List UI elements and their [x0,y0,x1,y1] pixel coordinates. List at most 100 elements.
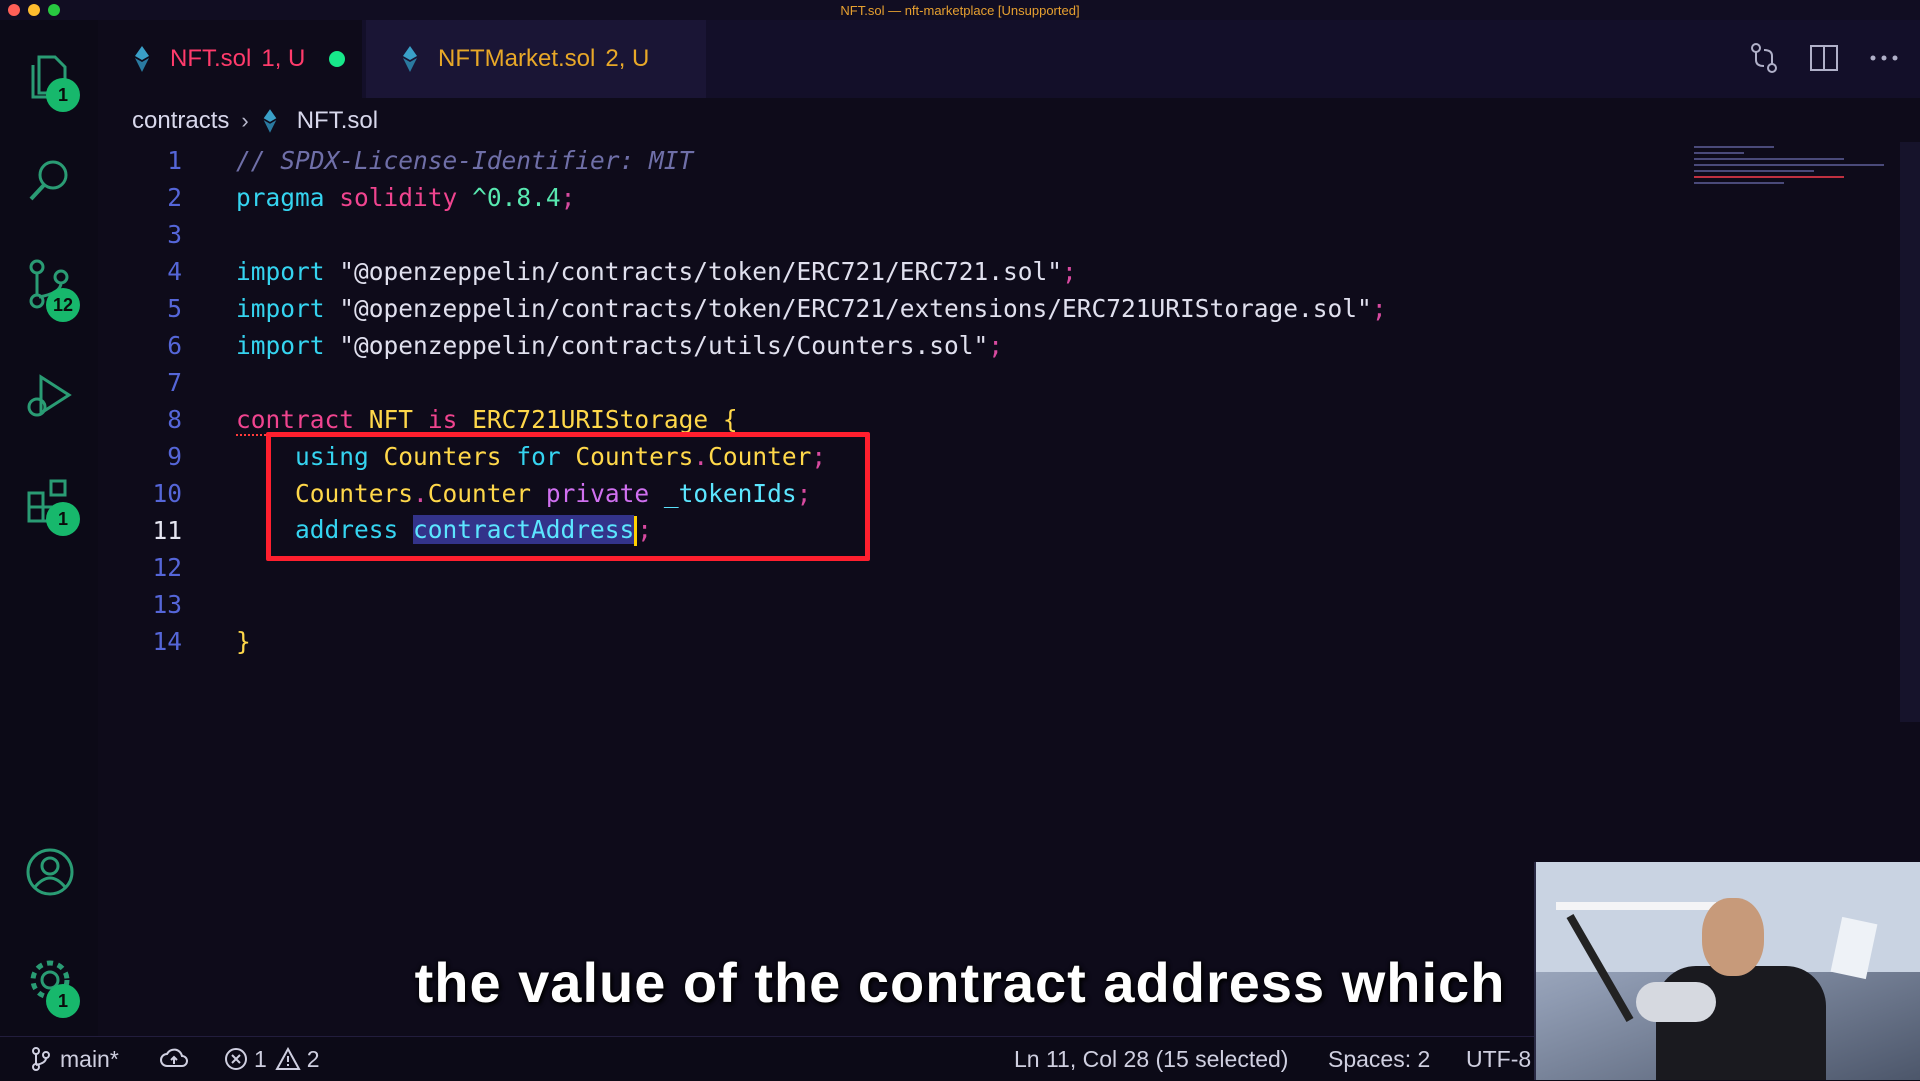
compare-changes-button[interactable] [1746,40,1782,76]
brace: } [236,627,251,656]
keyword: import [236,257,325,286]
contract-name: NFT [368,405,414,434]
code-line: 4 import "@openzeppelin/contracts/token/… [98,253,1688,290]
version: ^0.8.4 [472,183,561,212]
code-line: 3 [98,216,1688,253]
line-number: 14 [152,627,182,656]
annotation-highlight-box [266,432,870,561]
code-line: 14 } [98,623,1688,660]
problems-status[interactable]: 1 2 [224,1037,320,1081]
tab-nftmarket-sol[interactable]: NFTMarket.sol 2, U [366,20,706,98]
keyword: is [427,405,458,434]
keyword: import [236,294,325,323]
minimize-window-button[interactable] [28,4,40,16]
git-branch-icon [32,1047,50,1071]
explorer-button[interactable]: 1 [20,48,80,112]
indentation[interactable]: Spaces: 2 [1328,1037,1430,1081]
extensions-badge: 1 [46,502,80,536]
account-icon [26,848,74,896]
extensions-button[interactable]: 1 [20,472,80,536]
breadcrumb-file[interactable]: NFT.sol [297,107,378,135]
code-line: 7 [98,364,1688,401]
comment: // SPDX-License-Identifier: MIT [236,146,694,175]
solidity-file-icon [403,46,417,72]
unsaved-dot-icon[interactable] [329,51,346,67]
line-number: 5 [167,294,182,323]
warning-icon [275,1047,301,1070]
video-subtitle: the value of the contract address which [0,950,1920,1015]
branch-status[interactable]: main* [30,1037,119,1081]
window-controls [8,4,60,16]
window-title: NFT.sol — nft-marketplace [Unsupported] [840,2,1080,18]
line-number: 11 [152,516,182,545]
search-icon [29,160,68,201]
search-button[interactable] [20,150,80,210]
keyword: pragma [236,183,325,212]
brace: { [722,405,738,434]
breadcrumb-folder[interactable]: contracts [132,107,229,135]
line-number: 2 [167,183,182,212]
punct: ; [560,183,576,212]
tab-bar: NFT.sol 1, U NFTMarket.sol 2, U [98,20,1920,98]
warning-count: 2 [306,1045,320,1072]
punct: ; [1062,257,1077,286]
breadcrumb: contracts › NFT.sol [132,104,378,138]
minimap[interactable] [1694,142,1900,202]
solidity-file-icon [263,109,277,133]
string: "@openzeppelin/contracts/token/ERC721/ER… [339,257,1063,286]
line-number: 12 [152,553,182,582]
line-number: 6 [167,331,182,360]
scrollbar[interactable] [1900,142,1920,722]
tab-nft-sol[interactable]: NFT.sol 1, U [98,20,362,98]
tab-label: NFT.sol [170,45,252,72]
source-control-button[interactable]: 12 [20,254,80,322]
keyword: solidity [339,183,458,212]
ellipsis-icon [1870,55,1898,61]
string: "@openzeppelin/contracts/token/ERC721/ex… [339,294,1372,323]
line-number: 3 [167,220,182,249]
chevron-right-icon: › [241,108,249,133]
branch-name: main* [60,1045,119,1072]
activity-bar: 1 12 1 1 [0,20,98,1036]
base-contract: ERC721URIStorage [472,405,709,434]
editor-actions [1746,40,1902,76]
error-icon [225,1048,247,1070]
punct: ; [1371,294,1387,323]
title-bar: NFT.sol — nft-marketplace [Unsupported] [0,0,1920,20]
split-editor-button[interactable] [1806,40,1842,76]
tab-label: NFTMarket.sol [438,45,596,72]
string: "@openzeppelin/contracts/utils/Counters.… [339,331,989,360]
keyword: import [236,331,325,360]
code-line: 13 [98,586,1688,623]
encoding[interactable]: UTF-8 [1466,1037,1531,1081]
line-number: 9 [167,442,182,471]
code-line: 2 pragma solidity ^0.8.4; [98,179,1688,216]
line-number: 13 [152,590,182,619]
code-line: 1 // SPDX-License-Identifier: MIT [98,142,1688,179]
line-number: 4 [167,257,182,286]
accounts-button[interactable] [20,842,80,902]
run-debug-icon [27,374,72,417]
code-line: 6 import "@openzeppelin/contracts/utils/… [98,327,1688,364]
punct: ; [988,331,1004,360]
code-line: 5 import "@openzeppelin/contracts/token/… [98,290,1688,327]
tab-status: 1, U [261,45,306,72]
solidity-file-icon [135,46,149,72]
split-editor-icon [1810,45,1838,71]
line-number: 10 [152,479,182,508]
tab-status: 2, U [605,45,650,72]
explorer-badge: 1 [46,78,80,112]
cloud-upload-icon [160,1048,188,1067]
more-actions-button[interactable] [1866,40,1902,76]
subtitle-text: the value of the contract address which [414,951,1506,1014]
maximize-window-button[interactable] [48,4,60,16]
scm-badge: 12 [46,288,80,322]
run-debug-button[interactable] [20,366,80,426]
close-window-button[interactable] [8,4,20,16]
line-number: 7 [167,368,182,397]
line-number: 1 [167,146,182,175]
cursor-position[interactable]: Ln 11, Col 28 (15 selected) [1014,1037,1288,1081]
sync-button[interactable] [160,1037,188,1081]
error-count: 1 [254,1045,267,1072]
line-number: 8 [167,405,182,434]
